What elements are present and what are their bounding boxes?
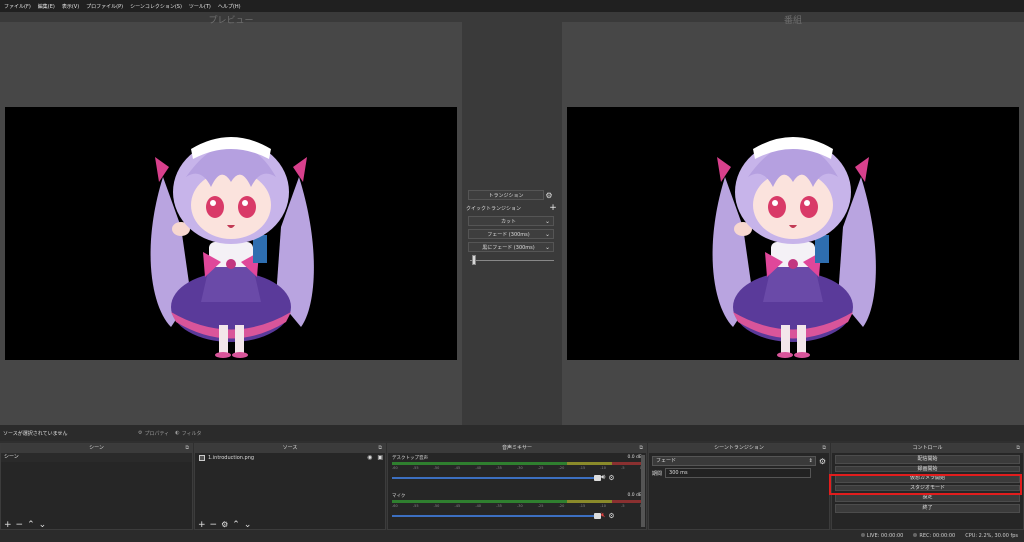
rec-status: REC: 00:00:00 [913,533,955,539]
eye-icon[interactable]: ◉ [367,453,372,463]
sources-title: ソース [282,445,298,451]
meter-scale: -60-55-50-45-40-35-30-25-20-15-10-50 [392,504,642,508]
controls-dock: コントロール ⧉ 配信開始 録画開始 仮想カメラ開始 スタジオモード 設定 終了 [831,443,1024,530]
mixer-title: 音声ミキサー [501,445,532,451]
undock-icon[interactable]: ⧉ [185,444,189,453]
volume-slider[interactable] [392,474,601,481]
program-pane: 番組 [562,16,1024,435]
scene-item[interactable]: シーン [1,453,192,462]
undock-icon[interactable]: ⧉ [1016,444,1020,453]
volume-slider[interactable] [392,512,601,519]
properties-button[interactable]: ⚙ プロパティ [138,430,169,437]
cpu-status: CPU: 2.2%, 30.00 fps [965,533,1018,539]
gear-icon[interactable]: ⚙ [608,474,614,482]
volume-meter [392,462,642,465]
speaker-muted-icon[interactable]: 🔇︎ [601,511,605,520]
t-bar-slider[interactable] [470,255,554,265]
channel-name: デスクトップ音声 [392,456,428,461]
meter-scale: -60-55-50-45-40-35-30-25-20-15-10-50 [392,466,642,470]
status-bar: LIVE: 00:00:00 REC: 00:00:00 CPU: 2.2%, … [0,530,1024,542]
add-quick-transition-icon[interactable]: + [548,203,558,213]
program-canvas[interactable] [567,107,1019,360]
mixer-scrollbar[interactable] [641,455,645,527]
no-source-selected-label: ソースが選択されていません [3,430,68,437]
chibi-maid-image [712,137,876,358]
scenes-title: シーン [89,445,104,451]
source-item[interactable]: 1.introduction.png ◉ ▣ [195,453,385,463]
undock-icon[interactable]: ⧉ [639,444,643,453]
chevron-down-icon: ⌄ [544,217,550,225]
menu-bar: ファイル(F) 編集(E) 表示(V) プロファイル(P) シーンコレクション(… [0,0,1024,12]
volume-meter [392,500,642,503]
scenes-dock: シーン ⧉ シーン + − ⌃ ⌄ [0,443,193,530]
filter-icon: ◐ [175,430,180,436]
preview-canvas[interactable] [5,107,457,360]
rec-indicator-icon [913,533,918,537]
quick-transitions-label: クイックトランジション [466,205,522,212]
quick-transition-fade[interactable]: フェード (300ms) ⌄ [468,229,554,239]
chibi-maid-image [150,137,314,358]
filters-button[interactable]: ◐ フィルタ [175,430,201,437]
obs-window: ファイル(F) 編集(E) 表示(V) プロファイル(P) シーンコレクション(… [0,0,1024,542]
channel-name: マイク [392,494,406,499]
gear-icon[interactable]: ⚙ [608,512,614,520]
t-bar-handle[interactable] [472,255,476,265]
menu-tools[interactable]: ツール(T) [189,3,211,10]
scene-transitions-dock: シーントランジション ⧉ フェード ⇕ ⚙ 期間 300 ms [648,443,830,530]
menu-view[interactable]: 表示(V) [62,3,79,10]
transition-column: トランジション ⚙ クイックトランジション + カット ⌄ フェード (300ms… [466,190,558,265]
studio-area: プレビュー トランジション ⚙ クイックトランジション + カット ⌄ フェード… [0,12,1024,435]
source-toolbar: ソースが選択されていません ⚙ プロパティ ◐ フィルタ [0,425,1024,441]
menu-help[interactable]: ヘルプ(H) [218,3,241,10]
menu-profile[interactable]: プロファイル(P) [86,3,123,10]
channel-level: 0.0 dB [627,455,642,460]
live-status: LIVE: 00:00:00 [860,533,903,539]
menu-scene-collection[interactable]: シーンコレクション(S) [130,3,182,10]
duration-label: 期間 [652,470,663,477]
menu-edit[interactable]: 編集(E) [38,3,55,10]
start-streaming-button[interactable]: 配信開始 [835,455,1020,464]
quick-transition-cut[interactable]: カット ⌄ [468,216,554,226]
chevron-down-icon: ⌄ [544,230,550,238]
transition-button[interactable]: トランジション [468,190,544,200]
audio-mixer-dock: 音声ミキサー ⧉ デスクトップ音声 0.0 dB -60 -55 -50 -45 -40 -3… [387,443,647,530]
start-virtual-camera-button[interactable]: 仮想カメラ開始 [835,474,1020,483]
transition-select[interactable]: フェード ⇕ [652,456,816,466]
studio-mode-button[interactable]: スタジオモード [835,485,1020,491]
program-title: 番組 [783,16,802,26]
chevron-updown-icon: ⇕ [808,458,813,464]
gear-icon[interactable]: ⚙ [819,457,826,466]
channel-level: 0.0 dB [627,493,642,498]
start-recording-button[interactable]: 録画開始 [835,466,1020,472]
controls-title: コントロール [912,445,943,451]
live-indicator-icon [860,533,865,537]
volume-knob[interactable] [594,512,601,519]
duration-input[interactable]: 300 ms [665,468,812,478]
volume-knob[interactable] [594,474,601,481]
scene-transitions-title: シーントランジション [714,445,764,451]
speaker-icon[interactable]: 🔊︎ [601,473,605,482]
settings-button[interactable]: 設定 [835,493,1020,502]
quick-transition-fade-to-black[interactable]: 黒にフェード (300ms) ⌄ [468,242,554,252]
undock-icon[interactable]: ⧉ [378,444,382,453]
chevron-down-icon: ⌄ [544,243,550,251]
menu-file[interactable]: ファイル(F) [4,3,31,10]
mixer-channel-desktop: デスクトップ音声 0.0 dB -60 -55 -50 -45 -40 -35 -30 -25-… [388,453,646,491]
undock-icon[interactable]: ⧉ [822,444,826,453]
gear-icon[interactable]: ⚙ [544,191,554,200]
sources-dock: ソース ⧉ 1.introduction.png ◉ ▣ + − ⚙ ⌃ ⌄ [194,443,386,530]
exit-button[interactable]: 終了 [835,504,1020,513]
preview-title: プレビュー [208,16,254,26]
lock-icon[interactable]: ▣ [377,453,383,463]
image-icon [199,455,205,461]
preview-pane: プレビュー [0,16,462,435]
mixer-channel-mic: マイク 0.0 dB -60 -55 -50 -45 -40 -35 -30 -25 -20 -15… [388,491,646,529]
gear-icon: ⚙ [138,430,143,436]
